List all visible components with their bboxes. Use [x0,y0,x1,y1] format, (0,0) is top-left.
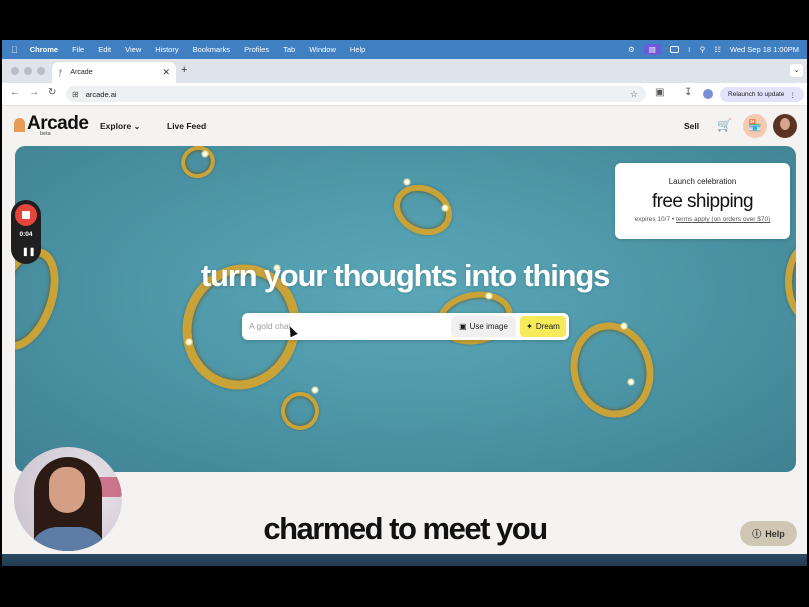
webcam-bubble[interactable] [14,447,122,551]
sparkle [185,338,193,346]
close-tab-icon[interactable]: ✕ [162,67,170,78]
sparkle [627,378,635,386]
stop-recording-button[interactable] [15,204,37,226]
gold-ring-image [785,242,796,322]
help-label: Help [765,528,785,539]
menubar-clock[interactable]: Wed Sep 18 1:00PM [730,45,799,54]
desktop-wallpaper [2,554,807,566]
sparkle [620,322,628,330]
user-avatar[interactable] [773,114,797,138]
gold-ring-image [277,388,323,434]
sparkle [403,178,411,186]
minimize-window-button[interactable] [24,67,32,75]
nav-live-feed[interactable]: Live Feed [167,121,206,131]
chevron-down-icon: ⌄ [133,122,141,131]
search-icon[interactable]: ⚲ [700,45,706,54]
nav-explore-label: Explore [100,121,132,131]
section-title: charmed to meet you [263,511,548,546]
help-icon: ⓘ [752,529,762,539]
menu-help[interactable]: Help [350,45,365,54]
promo-title: Launch celebration [668,177,737,186]
menu-bookmarks[interactable]: Bookmarks [193,45,231,54]
profile-avatar[interactable] [703,89,713,99]
beta-label: beta [40,131,51,137]
gear-icon[interactable]: ⚙ [628,45,635,54]
use-image-button[interactable]: ▣ Use image [451,316,516,337]
dream-button[interactable]: ✦ Dream [520,316,566,337]
new-tab-button[interactable]: + [181,64,187,76]
promo-expires: expires 10/7 • [634,216,676,223]
menu-app-name[interactable]: Chrome [30,45,58,54]
menu-profiles[interactable]: Profiles [244,45,269,54]
screen-share-icon[interactable]: ▤ [643,44,661,55]
menu-history[interactable]: History [155,45,178,54]
tab-arcade[interactable]: ᚠ Arcade ✕ [52,62,176,83]
sparkle [441,204,449,212]
menu-window[interactable]: Window [309,45,336,54]
menu-edit[interactable]: Edit [98,45,111,54]
mac-menubar:  Chrome File Edit View History Bookmark… [2,40,807,59]
address-bar[interactable]: ⊞ arcade.ai ☆ [66,86,646,102]
help-button[interactable]: ⓘ Help [740,521,797,546]
kebab-menu-icon[interactable]: ⋮ [789,91,796,99]
site-settings-icon[interactable]: ⊞ [72,90,79,99]
menu-tab[interactable]: Tab [283,45,295,54]
arcade-logo[interactable]: Arcade [14,113,89,135]
extensions-icon[interactable]: ▣ [655,87,664,98]
url-text[interactable]: arcade.ai [86,90,117,99]
control-center-icon[interactable]: ☷ [714,45,721,54]
forward-arrow-icon[interactable]: → [29,87,39,98]
window-controls [11,67,45,75]
recording-time: 0:04 [19,231,33,238]
battery-icon[interactable] [669,46,679,53]
gold-ring-image [385,175,461,245]
promo-card[interactable]: Launch celebration free shipping expires… [615,163,790,239]
reload-icon[interactable]: ↻ [48,87,56,98]
recorder-widget: 0:04 ❚❚ [11,200,41,264]
arcade-logo-mark-icon [14,118,25,132]
sell-link[interactable]: Sell [684,121,699,131]
menu-file[interactable]: File [72,45,84,54]
gold-ring-image [559,313,665,427]
hero-headline: turn your thoughts into things [200,258,610,293]
bookmark-star-icon[interactable]: ☆ [630,89,638,100]
tab-title: Arcade [70,69,93,76]
shop-icon[interactable]: 🏪 [743,114,767,138]
sparkle [201,150,209,158]
wifi-icon[interactable]: ≀ [688,45,691,54]
back-arrow-icon[interactable]: ← [10,87,20,98]
pause-icon[interactable]: ❚❚ [22,247,35,256]
use-image-label: Use image [469,322,508,331]
menu-view[interactable]: View [125,45,141,54]
download-icon[interactable]: ↧ [684,87,692,98]
nav-explore[interactable]: Explore ⌄ [100,121,140,131]
sparkle [311,386,319,394]
relaunch-button[interactable]: Relaunch to update ⋮ [720,87,804,102]
tab-search-chevron-icon[interactable]: ⌄ [790,64,803,77]
relaunch-label: Relaunch to update [728,91,785,98]
promo-terms: expires 10/7 • terms apply (on orders ov… [615,216,790,223]
image-icon: ▣ [459,322,467,331]
terms-link[interactable]: terms apply (on orders over $70) [676,216,770,223]
zoom-window-button[interactable] [37,67,45,75]
apple-icon[interactable]:  [11,45,18,55]
person-face [49,467,85,513]
gold-ring-image [176,146,220,183]
prompt-text[interactable]: A gold chai [249,321,291,331]
cart-icon[interactable]: 🛒 [717,118,732,132]
menubar-status-area: ⚙ ▤ ≀ ⚲ ☷ Wed Sep 18 1:00PM [628,40,799,59]
arcade-favicon-icon: ᚠ [58,67,64,78]
logo-text: Arcade [27,113,89,134]
dream-label: Dream [535,322,560,331]
close-window-button[interactable] [11,67,19,75]
sparkle-icon: ✦ [526,322,533,331]
promo-headline: free shipping [652,191,754,212]
